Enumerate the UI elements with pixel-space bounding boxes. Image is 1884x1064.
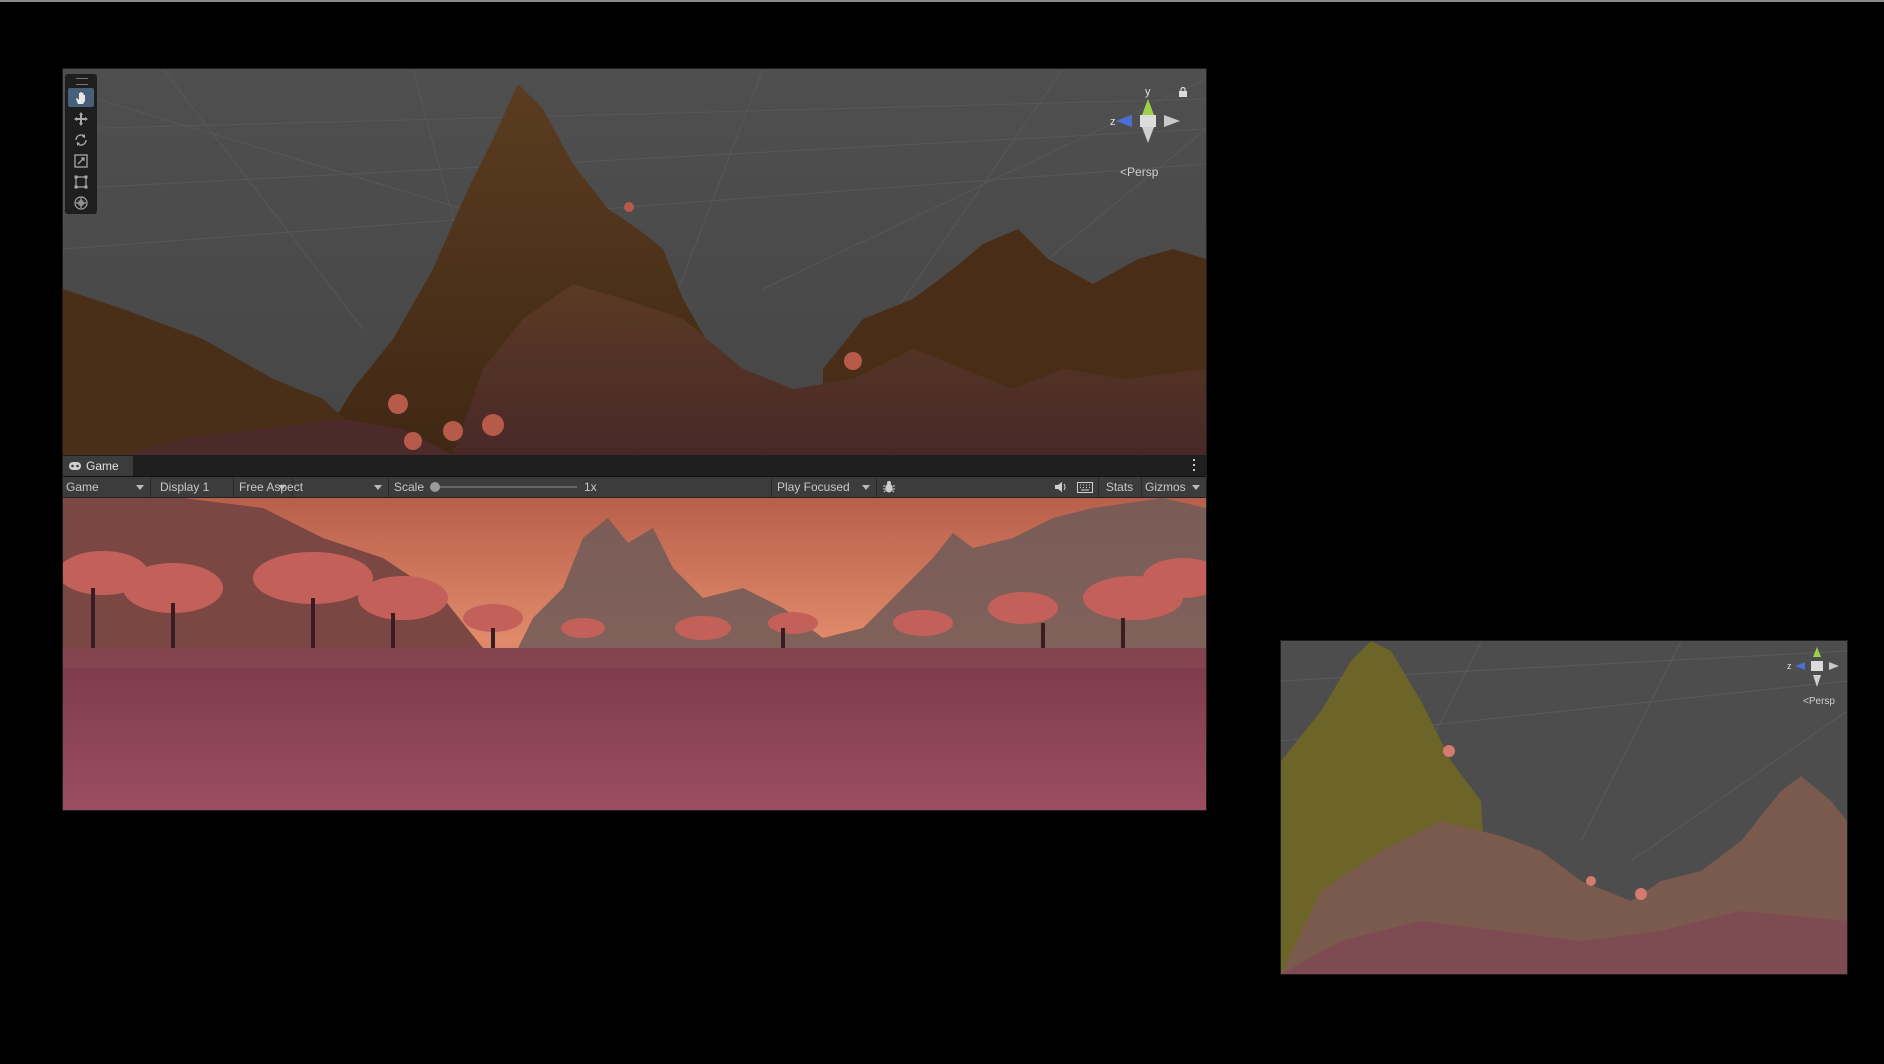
- chevron-down-icon: [862, 485, 870, 490]
- chevron-down-icon: [1192, 485, 1200, 490]
- scene-terrain-render: [63, 69, 1206, 455]
- view-type-dropdown[interactable]: Game: [63, 477, 151, 497]
- rotate-icon: [75, 133, 87, 146]
- preview-persp-label: Persp: [1808, 696, 1835, 707]
- play-mode-dropdown[interactable]: Play Focused: [771, 477, 877, 497]
- chevron-down-icon: [136, 485, 144, 490]
- keyboard-shortcuts-button[interactable]: [1074, 477, 1096, 497]
- bug-icon: [883, 481, 895, 493]
- gizmos-dropdown[interactable]: Gizmos: [1141, 477, 1206, 497]
- hand-tool-button[interactable]: [68, 88, 94, 107]
- scene-view[interactable]: y z <Persp: [62, 68, 1207, 456]
- hand-icon: [76, 91, 85, 104]
- stats-label: Stats: [1105, 480, 1134, 494]
- game-render-viewport[interactable]: [63, 498, 1206, 810]
- stats-button[interactable]: Stats: [1098, 477, 1140, 497]
- display-value: Display 1: [160, 480, 210, 494]
- aspect-dropdown[interactable]: Free Aspect: [233, 477, 389, 497]
- chevron-down-icon: [374, 485, 382, 490]
- move-arrows-icon: [74, 111, 88, 126]
- scale-icon: [74, 153, 88, 168]
- rotate-tool-button[interactable]: [68, 130, 94, 149]
- view-type-value: Game: [66, 480, 99, 494]
- axis-gizmo-icon: z: [1787, 647, 1839, 687]
- gizmos-label: Gizmos: [1145, 480, 1186, 494]
- svg-text:z: z: [1787, 661, 1792, 671]
- keyboard-icon: [1077, 481, 1093, 493]
- scene-preview-window[interactable]: z <Persp: [1280, 640, 1848, 975]
- play-mode-value: Play Focused: [777, 480, 850, 494]
- game-view-panel: Game Game Display 1 Free Aspect Scale 1x…: [62, 455, 1207, 811]
- scale-slider-handle[interactable]: [430, 482, 440, 492]
- svg-text:y: y: [1145, 86, 1151, 98]
- mute-audio-button[interactable]: [1050, 477, 1072, 497]
- top-border: [0, 0, 1884, 2]
- projection-toggle[interactable]: <Persp: [1120, 165, 1158, 179]
- transform-icon: [74, 195, 88, 210]
- transform-tool-button[interactable]: [68, 193, 94, 212]
- scene-preview-render: [1281, 641, 1847, 974]
- svg-text:z: z: [1110, 116, 1116, 128]
- tool-palette: [65, 74, 97, 214]
- preview-projection-toggle[interactable]: <Persp: [1803, 696, 1835, 707]
- scale-slider-track[interactable]: [435, 486, 577, 488]
- persp-label: Persp: [1127, 165, 1159, 179]
- aspect-value: Free Aspect: [239, 480, 304, 494]
- scale-value: 1x: [584, 480, 597, 494]
- speaker-icon: [1055, 482, 1066, 492]
- move-tool-button[interactable]: [68, 109, 94, 128]
- scene-orientation-gizmo[interactable]: y z <Persp: [1108, 81, 1188, 191]
- game-tab-bar: Game: [63, 456, 1206, 477]
- game-toolbar: Game Display 1 Free Aspect Scale 1x Play…: [63, 477, 1206, 498]
- tab-game[interactable]: Game: [63, 456, 133, 476]
- lock-icon[interactable]: [1178, 87, 1188, 97]
- rect-transform-icon: [74, 175, 88, 188]
- panel-menu-icon[interactable]: [1192, 459, 1196, 473]
- scale-tool-button[interactable]: [68, 151, 94, 170]
- bug-report-button[interactable]: [879, 477, 899, 497]
- gamepad-icon: [69, 462, 81, 470]
- game-landscape-render: [63, 498, 1206, 810]
- perspective-icon: <: [1120, 165, 1128, 179]
- tab-game-label: Game: [86, 459, 119, 473]
- rect-tool-button[interactable]: [68, 172, 94, 191]
- axis-gizmo-icon: y z: [1110, 86, 1180, 143]
- toolbar-grip-handle[interactable]: [76, 78, 88, 85]
- scale-label: Scale: [394, 480, 425, 494]
